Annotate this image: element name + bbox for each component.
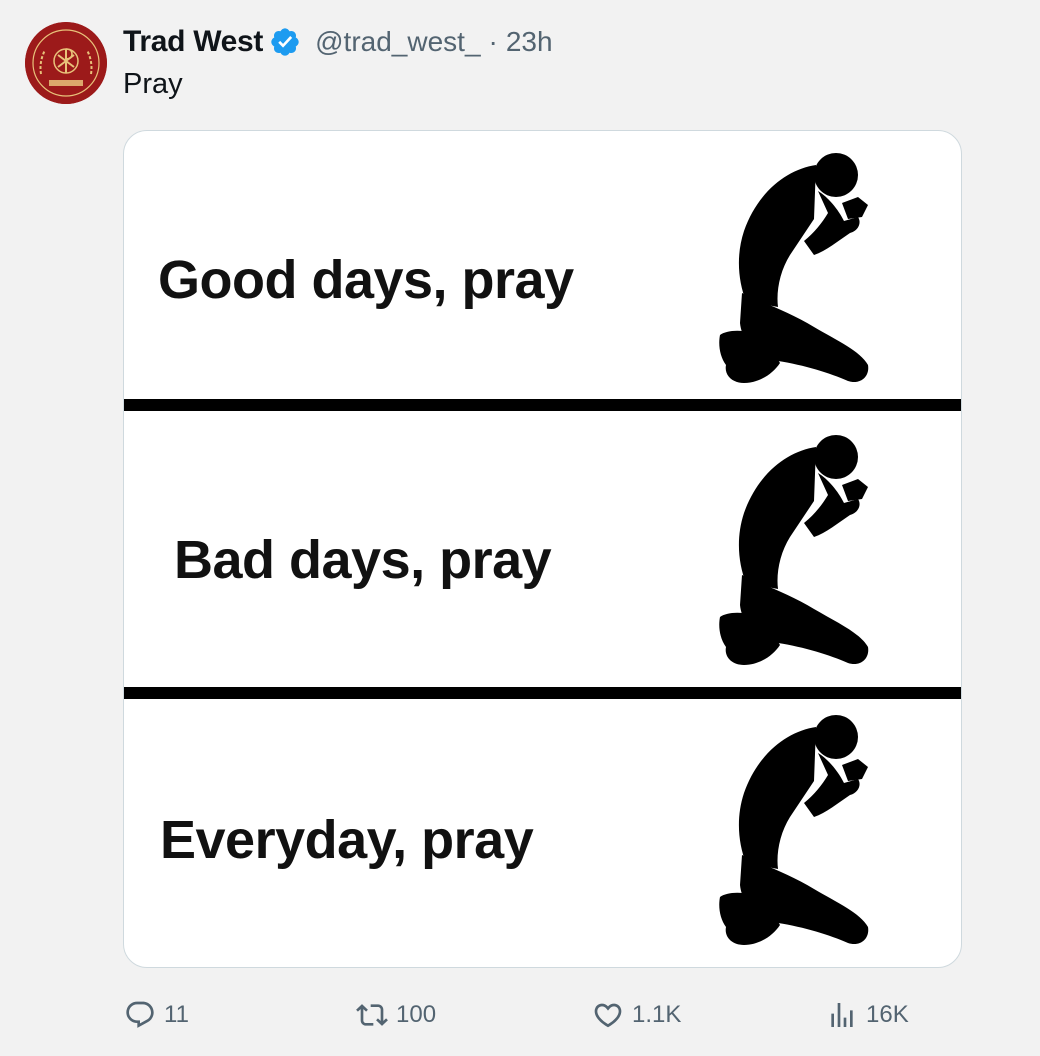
author-handle[interactable]: @trad_west_ (315, 26, 480, 58)
avatar[interactable] (25, 22, 107, 104)
tweet-text: Pray (123, 68, 183, 100)
meme-panel-text: Everyday, pray (160, 810, 534, 870)
retweet-count: 100 (396, 1001, 437, 1028)
trad-west-crest-logo (25, 22, 107, 104)
separator-dot: · (488, 26, 498, 57)
tweet-actions: 11 100 1.1K 16K (0, 992, 1040, 1042)
tweet-timestamp[interactable]: 23h (506, 26, 553, 58)
retweet-icon (356, 1004, 388, 1026)
verified-badge-icon[interactable] (269, 26, 301, 58)
views-button[interactable]: 16K (826, 992, 909, 1038)
meme-panel: Everyday, pray (124, 699, 961, 967)
heart-icon (594, 1003, 622, 1028)
meme-divider (124, 687, 961, 699)
reply-button[interactable]: 11 (124, 992, 189, 1038)
meme-panel-text: Good days, pray (158, 250, 574, 310)
meme-divider (124, 399, 961, 411)
meme-panel: Good days, pray (124, 131, 961, 399)
author-name[interactable]: Trad West (123, 25, 263, 59)
views-count: 16K (866, 1001, 909, 1028)
tweet-media-image[interactable]: Good days, pray Bad days, pray Everyday,… (123, 130, 962, 968)
reply-icon (126, 1001, 154, 1028)
meme-panel-text: Bad days, pray (174, 530, 552, 590)
kneeling-praying-figure (719, 715, 869, 945)
meme-panel: Bad days, pray (124, 411, 961, 681)
tweet: Trad West @trad_west_ · 23h Pray Good da… (0, 0, 1040, 1056)
kneeling-praying-figure (719, 435, 869, 665)
like-button[interactable]: 1.1K (592, 992, 681, 1038)
tweet-header: Trad West @trad_west_ · 23h (123, 22, 553, 62)
retweet-button[interactable]: 100 (356, 992, 436, 1038)
views-chart-icon (831, 1003, 853, 1027)
reply-count: 11 (164, 1001, 189, 1028)
kneeling-praying-figure (719, 153, 869, 383)
like-count: 1.1K (632, 1001, 682, 1028)
